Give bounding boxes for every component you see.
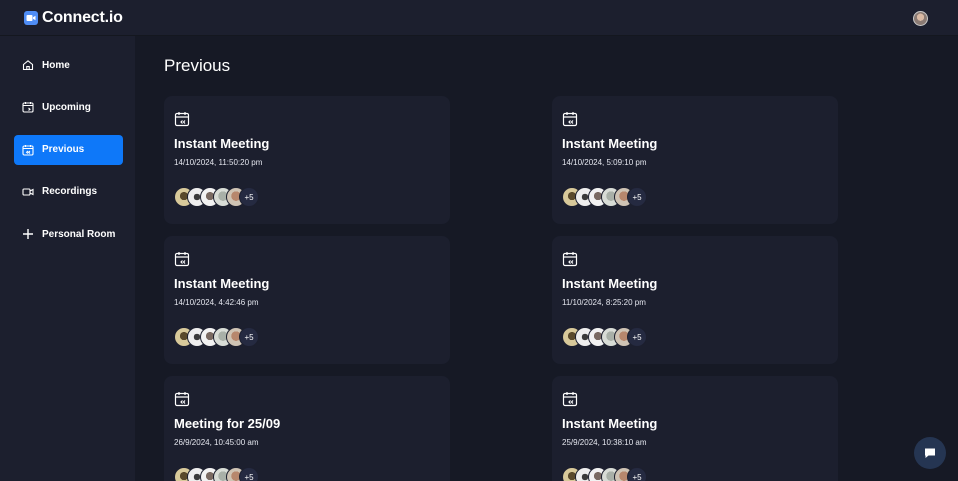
sidebar-item-personal-room[interactable]: Personal Room bbox=[14, 219, 123, 249]
meeting-date: 14/10/2024, 11:50:20 pm bbox=[174, 158, 263, 167]
sidebar-item-recordings[interactable]: Recordings bbox=[14, 177, 123, 207]
top-navbar: Connect.io bbox=[0, 0, 958, 36]
meeting-title: Meeting for 25/09 bbox=[174, 416, 281, 431]
sidebar-item-label: Upcoming bbox=[42, 101, 91, 113]
plus-icon bbox=[23, 229, 33, 240]
sidebar: Home Upcoming Previous Recordings Person… bbox=[0, 36, 135, 481]
page-title: Previous bbox=[164, 56, 231, 75]
calendar-previous-icon bbox=[562, 111, 828, 127]
sidebar-item-label: Recordings bbox=[42, 186, 98, 198]
attendee-avatars: +5 bbox=[562, 327, 828, 347]
sidebar-item-label: Home bbox=[42, 59, 70, 71]
meeting-title: Instant Meeting bbox=[562, 416, 658, 431]
attendee-avatars: +5 bbox=[562, 467, 828, 481]
meeting-title: Instant Meeting bbox=[562, 136, 658, 151]
sidebar-item-label: Previous bbox=[42, 144, 85, 156]
meeting-card[interactable]: Instant Meeting 14/10/2024, 4:42:46 pm +… bbox=[164, 236, 450, 364]
calendar-previous-icon bbox=[174, 111, 440, 127]
sidebar-item-home[interactable]: Home bbox=[14, 50, 123, 80]
calendar-previous-icon bbox=[174, 391, 440, 407]
sidebar-item-label: Personal Room bbox=[42, 228, 116, 240]
app-name: Connect.io bbox=[42, 8, 123, 26]
attendee-avatars: +5 bbox=[174, 467, 440, 481]
meeting-card[interactable]: Instant Meeting 14/10/2024, 11:50:20 pm … bbox=[164, 96, 450, 224]
meeting-card[interactable]: Meeting for 25/09 26/9/2024, 10:45:00 am… bbox=[164, 376, 450, 481]
meeting-date: 14/10/2024, 5:09:10 pm bbox=[562, 158, 647, 167]
calendar-previous-icon bbox=[562, 251, 828, 267]
video-icon bbox=[22, 188, 34, 196]
meeting-title: Instant Meeting bbox=[562, 276, 658, 291]
app-logo[interactable]: Connect.io bbox=[24, 9, 123, 27]
calendar-previous-icon bbox=[22, 144, 34, 156]
main-content: Previous Instant Meeting 14/10/2024, 11:… bbox=[135, 36, 958, 481]
more-attendees-badge: +5 bbox=[239, 467, 259, 481]
sidebar-item-previous[interactable]: Previous bbox=[14, 134, 123, 165]
logo-icon bbox=[24, 10, 38, 25]
more-attendees-badge: +5 bbox=[627, 327, 647, 347]
sidebar-item-upcoming[interactable]: Upcoming bbox=[14, 92, 123, 122]
meeting-title: Instant Meeting bbox=[174, 136, 270, 151]
meeting-card[interactable]: Instant Meeting 11/10/2024, 8:25:20 pm +… bbox=[552, 236, 838, 364]
meeting-date: 11/10/2024, 8:25:20 pm bbox=[562, 298, 646, 307]
attendee-avatars: +5 bbox=[562, 187, 828, 207]
more-attendees-badge: +5 bbox=[239, 327, 259, 347]
calendar-previous-icon bbox=[562, 391, 828, 407]
more-attendees-badge: +5 bbox=[627, 467, 647, 481]
more-attendees-badge: +5 bbox=[627, 187, 647, 207]
user-avatar[interactable] bbox=[913, 11, 928, 26]
meeting-date: 26/9/2024, 10:45:00 am bbox=[174, 438, 259, 447]
meeting-date: 25/9/2024, 10:38:10 am bbox=[562, 438, 647, 447]
meeting-date: 14/10/2024, 4:42:46 pm bbox=[174, 298, 259, 307]
attendee-avatars: +5 bbox=[174, 327, 440, 347]
more-attendees-badge: +5 bbox=[239, 187, 259, 207]
meeting-title: Instant Meeting bbox=[174, 276, 270, 291]
home-icon bbox=[22, 60, 34, 71]
meeting-card[interactable]: Instant Meeting 25/9/2024, 10:38:10 am +… bbox=[552, 376, 838, 481]
calendar-upcoming-icon bbox=[22, 102, 34, 113]
calendar-previous-icon bbox=[174, 251, 440, 267]
attendee-avatars: +5 bbox=[174, 187, 440, 207]
chat-icon bbox=[925, 448, 935, 458]
meeting-card[interactable]: Instant Meeting 14/10/2024, 5:09:10 pm +… bbox=[552, 96, 838, 224]
chat-button[interactable] bbox=[914, 437, 946, 469]
